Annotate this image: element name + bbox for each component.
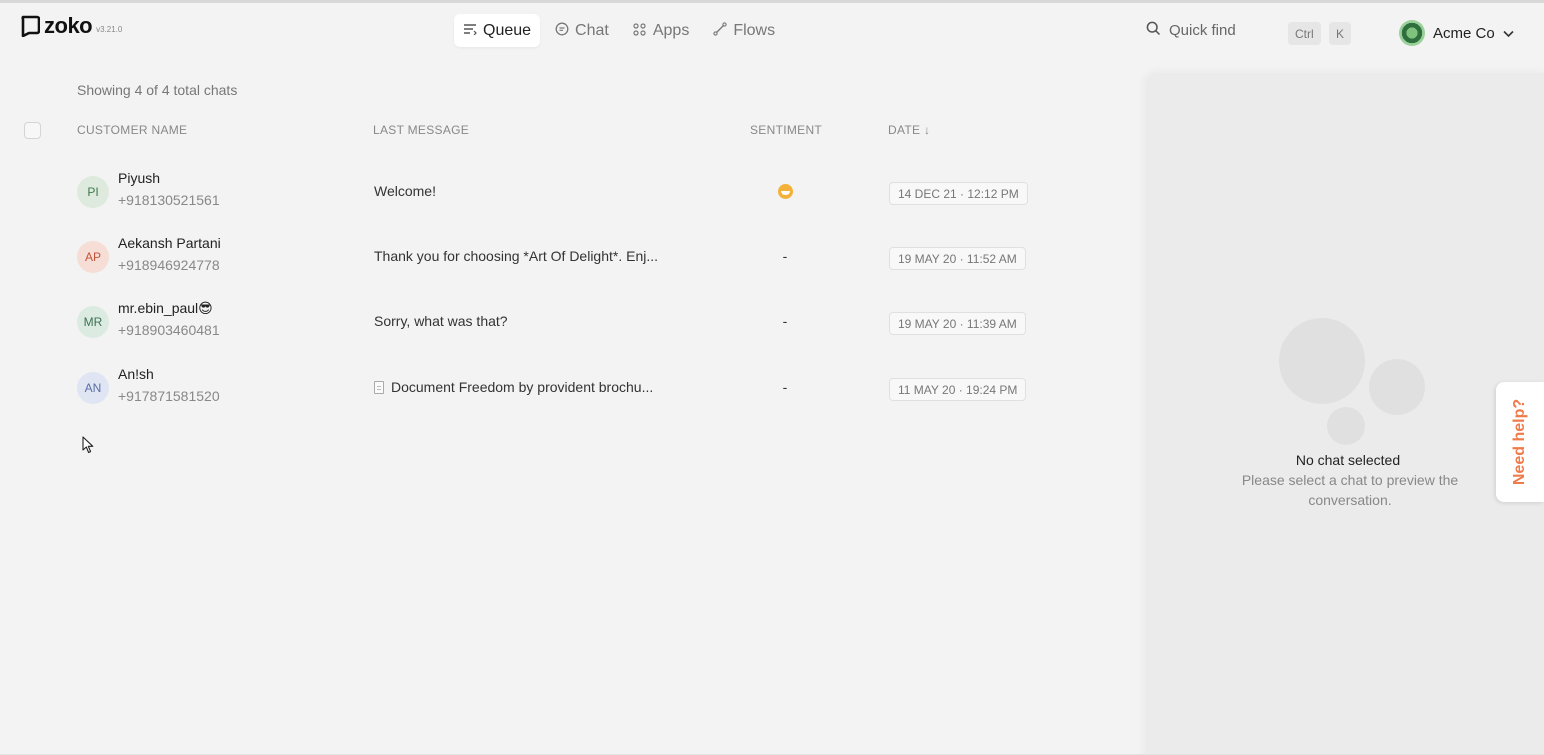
- empty-state-title: No chat selected: [1295, 452, 1401, 468]
- sentiment-cell: -: [782, 248, 788, 264]
- last-message: Document Freedom by provident brochu...: [374, 379, 653, 395]
- account-switcher[interactable]: Acme Co: [1399, 20, 1514, 46]
- nav-queue[interactable]: Queue: [454, 14, 541, 47]
- mouse-cursor-icon: [82, 436, 94, 459]
- empty-chat-illustration-icon: [1276, 315, 1426, 445]
- date-badge: 19 MAY 20 · 11:52 AM: [889, 247, 1026, 270]
- brand[interactable]: zoko v3.21.0: [20, 15, 122, 37]
- customer-phone: +918946924778: [118, 257, 220, 273]
- need-help-button[interactable]: Need help?: [1496, 382, 1544, 502]
- chat-row[interactable]: PI Piyush +918130521561 Welcome! 14 DEC …: [0, 165, 1140, 225]
- apps-icon: [633, 22, 647, 39]
- chat-row[interactable]: AN An!sh +917871581520 Document Freedom …: [0, 361, 1140, 421]
- queue-icon: [463, 23, 477, 38]
- top-bar: zoko v3.21.0 Queue Chat Apps Flows Quick…: [0, 3, 1544, 61]
- nav-chat-label: Chat: [575, 21, 609, 39]
- column-header-last-message[interactable]: LAST MESSAGE: [373, 123, 469, 137]
- app-version: v3.21.0: [96, 25, 123, 34]
- column-header-sentiment[interactable]: SENTIMENT: [750, 123, 822, 137]
- smiley-icon: [777, 184, 793, 199]
- last-message-text: Welcome!: [374, 183, 436, 199]
- customer-name: mr.ebin_paul😎: [118, 300, 213, 316]
- flows-icon: [713, 22, 727, 39]
- date-badge: 19 MAY 20 · 11:39 AM: [889, 312, 1026, 335]
- date-badge: 11 MAY 20 · 19:24 PM: [889, 378, 1027, 401]
- chat-row[interactable]: MR mr.ebin_paul😎 +918903460481 Sorry, wh…: [0, 295, 1140, 355]
- nav-flows-label: Flows: [733, 21, 776, 39]
- customer-phone: +918130521561: [118, 192, 220, 208]
- customer-phone: +917871581520: [118, 388, 220, 404]
- chat-count-label: Showing 4 of 4 total chats: [77, 82, 238, 98]
- last-message: Sorry, what was that?: [374, 313, 508, 329]
- last-message-text: Sorry, what was that?: [374, 313, 508, 329]
- customer-name: An!sh: [118, 366, 154, 382]
- chat-row[interactable]: AP Aekansh Partani +918946924778 Thank y…: [0, 230, 1140, 290]
- quick-find[interactable]: Quick find: [1146, 21, 1236, 40]
- sentiment-cell: [770, 183, 800, 202]
- last-message-text: Thank you for choosing *Art Of Delight*.…: [374, 248, 659, 264]
- avatar: AN: [77, 372, 109, 404]
- empty-state-subtitle: Please select a chat to preview the conv…: [1241, 472, 1459, 508]
- last-message-text: Document Freedom by provident brochu...: [391, 379, 654, 395]
- column-header-date[interactable]: DATE ↓: [888, 123, 930, 137]
- sentiment-cell: -: [782, 313, 788, 329]
- chevron-down-icon: [1503, 25, 1514, 42]
- nav-flows[interactable]: Flows: [704, 14, 784, 47]
- avatar: PI: [77, 176, 109, 208]
- chat-preview-panel: No chat selected Please select a chat to…: [1148, 73, 1544, 755]
- avatar: MR: [77, 306, 109, 338]
- nav-queue-label: Queue: [483, 21, 532, 39]
- customer-name: Aekansh Partani: [118, 235, 221, 251]
- nav-apps-label: Apps: [652, 21, 690, 39]
- shortcut-key-k: K: [1329, 22, 1352, 45]
- main-nav: Queue Chat Apps Flows: [454, 14, 784, 47]
- date-badge: 14 DEC 21 · 12:12 PM: [889, 182, 1028, 205]
- nav-chat[interactable]: Chat: [546, 14, 618, 47]
- column-header-customer[interactable]: CUSTOMER NAME: [77, 123, 187, 137]
- select-all-checkbox[interactable]: [24, 122, 41, 139]
- document-icon: [374, 380, 384, 394]
- need-help-label: Need help?: [1511, 398, 1529, 486]
- customer-name: Piyush: [118, 170, 161, 186]
- last-message: Thank you for choosing *Art Of Delight*.…: [374, 248, 658, 264]
- avatar: AP: [77, 241, 109, 273]
- zoko-logo-icon: [20, 15, 40, 37]
- quick-find-label: Quick find: [1169, 22, 1236, 39]
- chat-icon: [555, 22, 569, 39]
- account-logo-icon: [1399, 20, 1425, 46]
- last-message: Welcome!: [374, 183, 436, 199]
- nav-apps[interactable]: Apps: [624, 14, 698, 47]
- customer-phone: +918903460481: [118, 322, 220, 338]
- shortcut-key-ctrl: Ctrl: [1288, 22, 1321, 45]
- brand-name: zoko: [44, 13, 93, 38]
- search-icon: [1146, 21, 1161, 40]
- sentiment-cell: -: [782, 379, 788, 395]
- account-name: Acme Co: [1433, 24, 1495, 42]
